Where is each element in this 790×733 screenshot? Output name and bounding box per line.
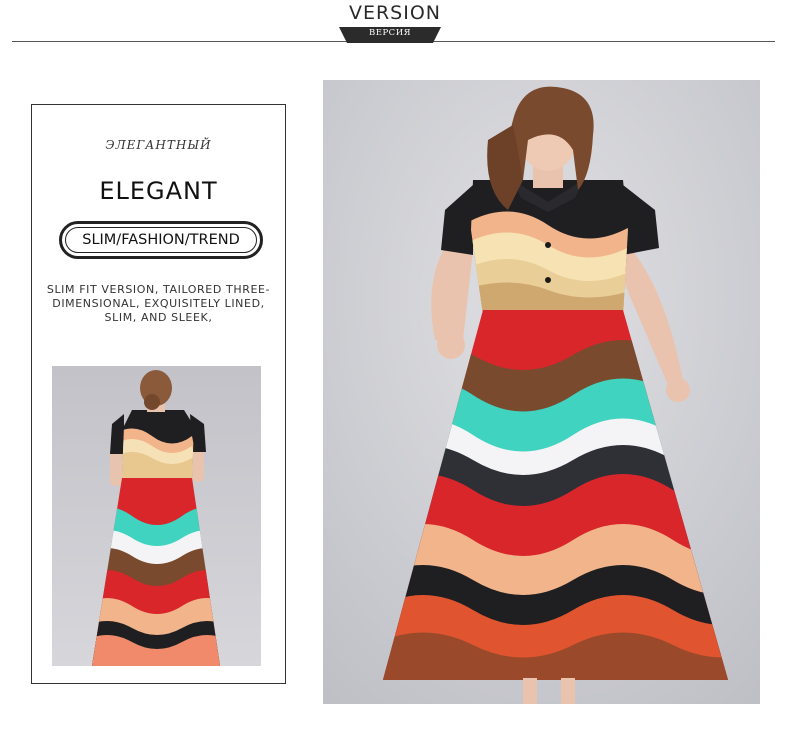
back-view-photo xyxy=(52,366,261,666)
description-line: DIMENSIONAL, EXQUISITELY LINED, xyxy=(52,297,265,310)
header-tab: ВЕРСИЯ xyxy=(339,27,441,43)
card-description: SLIM FIT VERSION, TAILORED THREE- DIMENS… xyxy=(40,283,277,325)
feature-pill: SLIM/FASHION/TREND xyxy=(59,221,263,259)
feature-pill-label: SLIM/FASHION/TREND xyxy=(65,227,257,253)
header-tab-label: ВЕРСИЯ xyxy=(369,28,411,38)
card-title: ELEGANT xyxy=(99,177,218,205)
description-line: SLIM, AND SLEEK, xyxy=(104,311,213,324)
front-view-photo xyxy=(323,80,760,704)
card-subtitle: ЭЛЕГАНТНЫЙ xyxy=(105,138,212,152)
description-line: SLIM FIT VERSION, TAILORED THREE- xyxy=(46,283,271,296)
section-title: VERSION xyxy=(348,2,442,24)
